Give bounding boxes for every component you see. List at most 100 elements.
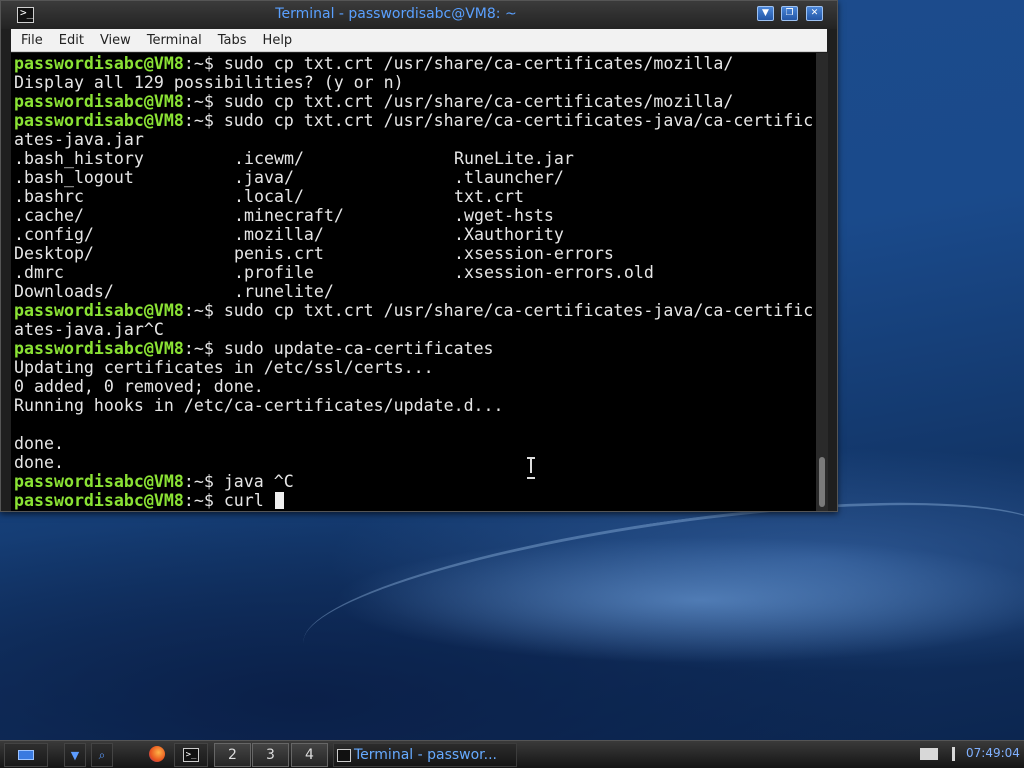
workspace-4-button[interactable]: 4 bbox=[291, 743, 328, 767]
scrollbar-thumb[interactable] bbox=[819, 457, 825, 507]
maximize-button[interactable]: ❐ bbox=[781, 6, 798, 21]
completion-entry: Desktop/ bbox=[14, 244, 94, 263]
command-text: sudo update-ca-certificates bbox=[223, 339, 494, 358]
menu-view[interactable]: View bbox=[92, 30, 139, 52]
prompt-path: :~$ bbox=[183, 111, 224, 130]
prompt-path: :~$ bbox=[183, 54, 224, 73]
completion-entry: .minecraft/ bbox=[234, 206, 344, 225]
menu-terminal[interactable]: Terminal bbox=[139, 30, 210, 52]
volume-icon bbox=[951, 747, 955, 761]
window-list-button[interactable]: ▼ bbox=[64, 743, 86, 767]
terminal-line: .bashrc .local/txt.crt bbox=[14, 187, 813, 206]
prompt-path: :~$ bbox=[183, 92, 224, 111]
completion-entry: .bash_logout bbox=[14, 168, 134, 187]
shell-prompt: passwordisabc@VM8 bbox=[14, 491, 184, 510]
shell-prompt: passwordisabc@VM8 bbox=[14, 54, 184, 73]
workspace-3-button[interactable]: 3 bbox=[252, 743, 289, 767]
menu-bar: File Edit View Terminal Tabs Help bbox=[11, 29, 827, 52]
taskbar-terminal-task[interactable]: Terminal - passwor... bbox=[333, 743, 517, 767]
terminal-icon bbox=[337, 749, 351, 762]
terminal-window[interactable]: >_ Terminal - passwordisabc@VM8: ~ ▼ ❐ ✕… bbox=[0, 0, 838, 512]
completion-entry: .cache/ bbox=[14, 206, 84, 225]
completion-entry: .Xauthority bbox=[454, 225, 564, 244]
firefox-icon bbox=[149, 746, 165, 762]
completion-entry: .tlauncher/ bbox=[454, 168, 564, 187]
terminal-line: .dmrc .profile .xsession-errors.old bbox=[14, 263, 813, 282]
menu-tabs[interactable]: Tabs bbox=[210, 30, 255, 52]
terminal-line: Updating certificates in /etc/ssl/certs.… bbox=[14, 358, 813, 377]
shell-prompt: passwordisabc@VM8 bbox=[14, 339, 184, 358]
terminal-line: done. bbox=[14, 434, 813, 453]
terminal-line: .bash_logout .java/ .tlauncher/ bbox=[14, 168, 813, 187]
terminal-launcher[interactable]: >_ bbox=[174, 743, 208, 767]
terminal-line: passwordisabc@VM8:~$ sudo cp txt.crt /us… bbox=[14, 92, 813, 111]
completion-entry: RuneLite.jar bbox=[454, 149, 574, 168]
terminal-scrollbar[interactable] bbox=[816, 53, 828, 511]
terminal-icon: >_ bbox=[183, 748, 199, 762]
shell-prompt: passwordisabc@VM8 bbox=[14, 472, 184, 491]
network-tray-icon[interactable] bbox=[918, 743, 940, 767]
terminal-line: passwordisabc@VM8:~$ java ^C bbox=[14, 472, 813, 491]
menu-edit[interactable]: Edit bbox=[51, 30, 92, 52]
terminal-line: Downloads/ .runelite/ bbox=[14, 282, 813, 301]
completion-entry: .java/ bbox=[234, 168, 294, 187]
close-button[interactable]: ✕ bbox=[806, 6, 823, 21]
terminal-lines: passwordisabc@VM8:~$ sudo cp txt.crt /us… bbox=[14, 54, 813, 510]
completion-entry: .bashrc bbox=[14, 187, 84, 206]
workspace-2-button[interactable]: 2 bbox=[214, 743, 251, 767]
terminal-line: done. bbox=[14, 453, 813, 472]
prompt-path: :~$ bbox=[183, 491, 224, 510]
terminal-line: passwordisabc@VM8:~$ sudo cp txt.crt /us… bbox=[14, 111, 813, 130]
terminal-line: Display all 129 possibilities? (y or n) bbox=[14, 73, 813, 92]
chevron-down-icon: ▼ bbox=[70, 749, 80, 762]
completion-entry: .dmrc bbox=[14, 263, 64, 282]
minimize-button[interactable]: ▼ bbox=[757, 6, 774, 21]
taskbar-task-label: Terminal - passwor... bbox=[354, 747, 498, 763]
command-text: java ^C bbox=[223, 472, 294, 491]
command-text: sudo cp txt.crt /usr/share/ca-certificat… bbox=[223, 92, 734, 111]
terminal-line: passwordisabc@VM8:~$ sudo update-ca-cert… bbox=[14, 339, 813, 358]
output-text: Display all 129 possibilities? (y or n) bbox=[14, 73, 404, 92]
completion-entry: .xsession-errors.old bbox=[454, 263, 654, 282]
search-button[interactable]: ⌕ bbox=[91, 743, 113, 767]
window-title: Terminal - passwordisabc@VM8: ~ bbox=[275, 6, 517, 22]
firefox-launcher[interactable] bbox=[143, 743, 171, 767]
search-icon: ⌕ bbox=[98, 748, 106, 762]
shell-prompt: passwordisabc@VM8 bbox=[14, 92, 184, 111]
prompt-path: :~$ bbox=[183, 472, 224, 491]
start-menu-button[interactable] bbox=[4, 743, 48, 767]
completion-entry: .bash_history bbox=[14, 149, 144, 168]
terminal-line: .config/ .mozilla/ .Xauthority bbox=[14, 225, 813, 244]
terminal-line: Desktop/penis.crt .xsession-errors bbox=[14, 244, 813, 263]
output-text: 0 added, 0 removed; done. bbox=[14, 377, 264, 396]
terminal-line: 0 added, 0 removed; done. bbox=[14, 377, 813, 396]
completion-entry: .runelite/ bbox=[234, 282, 334, 301]
completion-entry: penis.crt bbox=[234, 244, 324, 263]
output-text: done. bbox=[14, 434, 64, 453]
terminal-line: ates-java.jar bbox=[14, 130, 813, 149]
terminal-cursor bbox=[274, 492, 284, 509]
output-text: ates-java.jar^C bbox=[14, 320, 164, 339]
completion-entry: .local/ bbox=[234, 187, 304, 206]
output-text: Updating certificates in /etc/ssl/certs.… bbox=[14, 358, 434, 377]
menu-help[interactable]: Help bbox=[255, 30, 301, 52]
menu-file[interactable]: File bbox=[11, 30, 51, 52]
completion-entry: .wget-hsts bbox=[454, 206, 554, 225]
prompt-path: :~$ bbox=[183, 301, 224, 320]
terminal-line: passwordisabc@VM8:~$ sudo cp txt.crt /us… bbox=[14, 54, 813, 73]
output-text: ates-java.jar bbox=[14, 130, 144, 149]
completion-entry: .xsession-errors bbox=[454, 244, 614, 263]
terminal-line: .bash_history .icewm/RuneLite.jar bbox=[14, 149, 813, 168]
taskbar: ▼ ⌕ >_ 2 3 4 Terminal - passwor... 07:49… bbox=[0, 740, 1024, 768]
terminal-line: passwordisabc@VM8:~$ sudo cp txt.crt /us… bbox=[14, 301, 813, 320]
command-text: sudo cp txt.crt /usr/share/ca-certificat… bbox=[223, 301, 814, 320]
completion-entry: .profile bbox=[234, 263, 314, 282]
volume-tray-icon[interactable] bbox=[946, 743, 960, 767]
command-text: sudo cp txt.crt /usr/share/ca-certificat… bbox=[223, 111, 814, 130]
terminal-output[interactable]: passwordisabc@VM8:~$ sudo cp txt.crt /us… bbox=[11, 53, 816, 511]
start-menu-icon bbox=[18, 750, 34, 760]
window-titlebar[interactable]: >_ Terminal - passwordisabc@VM8: ~ ▼ ❐ ✕ bbox=[1, 1, 837, 29]
terminal-line: Running hooks in /etc/ca-certificates/up… bbox=[14, 396, 813, 415]
taskbar-clock[interactable]: 07:49:04 bbox=[966, 746, 1020, 760]
